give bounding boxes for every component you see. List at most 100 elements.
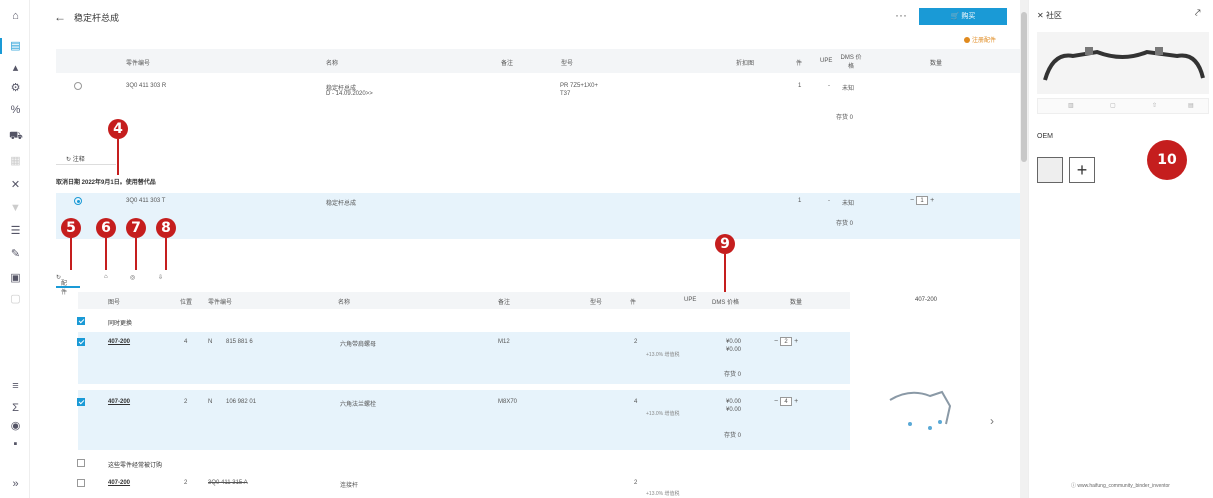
sel-qty: 1 [798, 198, 802, 204]
panel-title-label: 社区 [1045, 11, 1062, 20]
filter-icon[interactable]: % [9, 104, 22, 117]
row2-quantity-stepper[interactable]: −4 + [774, 397, 798, 406]
add-image-button[interactable]: + [1069, 157, 1095, 183]
group1-checkbox[interactable] [77, 317, 85, 325]
panel-footer: ⓘ www.haifung_community_binder_inventor [1071, 483, 1170, 489]
target-tool-icon[interactable]: ◎ [130, 274, 135, 281]
back-button[interactable]: ← [54, 10, 66, 24]
tools-icon[interactable]: ✕ [9, 179, 22, 192]
part-image[interactable] [1037, 32, 1209, 94]
diagram-nut [928, 426, 932, 430]
row2-amount[interactable]: 4 [780, 397, 793, 406]
image-toolbar: ▥ ▢ ⇧ ▤ [1037, 98, 1209, 114]
doc-icon[interactable]: ▢ [9, 293, 22, 306]
badge-10: 10 [1147, 140, 1187, 180]
chat-icon[interactable]: ▪ [9, 438, 22, 451]
sel-quantity-stepper[interactable]: −1 + [910, 196, 934, 205]
row1-checkbox[interactable] [77, 338, 85, 346]
row3-tax: +13.0% 增值税 [646, 491, 680, 497]
row1-part-no: 815 881 6 [226, 339, 253, 345]
tax-icon[interactable]: Σ [9, 402, 22, 415]
part-model: PR 7Z5+1X0+ [560, 83, 599, 89]
more-button[interactable]: ··· [895, 8, 907, 22]
group2-checkbox[interactable] [77, 459, 85, 467]
list-icon[interactable]: ☰ [9, 225, 22, 238]
row2-qty: 4 [634, 399, 638, 405]
share-icon[interactable]: ⤤ [1195, 8, 1201, 19]
row2-fig-link[interactable]: 407-200 [108, 399, 130, 405]
buy-button[interactable]: 🛒 购买 [919, 8, 1007, 25]
part-model-sub: T37 [560, 91, 571, 97]
row3-qty: 2 [634, 480, 638, 486]
parts-icon[interactable]: ⚙ [9, 82, 22, 95]
part-stock: 存货 0 [836, 115, 854, 121]
badge-5: 5 [61, 218, 81, 238]
page-title: 稳定杆总成 [74, 13, 120, 23]
main-scrollbar[interactable] [1020, 0, 1028, 498]
col-sub-upe: UPE [684, 297, 697, 303]
badge-9: 9 [715, 234, 735, 254]
top-table-header: 零件编号 名称 备注 型号 折扣图 件 UPE DMS 价格 数量 [56, 49, 1020, 73]
col-amount: 数量 [930, 61, 943, 67]
globe-icon[interactable]: ◉ [9, 420, 22, 433]
catalog-icon[interactable]: ▤ [9, 40, 22, 53]
selected-row[interactable] [56, 193, 1020, 239]
grid-icon[interactable]: ▦ [9, 155, 22, 168]
col-discount: 折扣图 [736, 61, 755, 67]
sel-part-name: 稳定杆总成 [326, 201, 357, 207]
tab-divider [56, 164, 116, 165]
row2-checkbox[interactable] [77, 398, 85, 406]
image-tool-2-icon[interactable]: ▢ [1110, 102, 1116, 109]
scroll-thumb[interactable] [1021, 12, 1027, 162]
vehicle-icon[interactable]: ⛟ [9, 130, 23, 143]
sel-part-number: 3Q0 411 303 T [126, 198, 166, 204]
col-sub-qty: 件 [630, 300, 637, 306]
sub-table-header: 图号 位置 零件编号 名称 备注 型号 件 UPE DMS 价格 数量 [78, 292, 850, 309]
download-tool-icon[interactable]: ⇩ [158, 274, 163, 281]
row3-pos: 2 [184, 480, 188, 486]
image-bushing-right [1155, 47, 1163, 55]
expand-icon[interactable]: » [9, 478, 22, 491]
row2-price1: ¥0.00 [726, 399, 742, 405]
row2-part-no: 106 982 01 [226, 399, 257, 405]
badge-9-pointer [724, 254, 726, 292]
part-qty: 1 [798, 83, 802, 89]
cart-icon[interactable]: ▣ [9, 272, 22, 285]
bookmark-icon[interactable]: ▼ [9, 202, 22, 215]
col-sub-dms: DMS 价格 [712, 300, 740, 306]
selected-radio[interactable] [74, 197, 82, 205]
panel-footer-text: www.haifung_community_binder_inventor [1077, 483, 1170, 489]
exploded-view-diagram[interactable] [880, 380, 980, 440]
col-name: 名称 [326, 61, 339, 67]
active-tab-underline [56, 286, 80, 288]
warning-icon [964, 37, 970, 43]
col-sub-model: 型号 [590, 300, 603, 306]
sel-amount[interactable]: 1 [916, 196, 929, 205]
row-radio[interactable] [74, 82, 82, 90]
next-figure-chevron-icon[interactable]: › [990, 414, 994, 428]
register-part-link[interactable]: 注册配件 [964, 35, 996, 44]
badge-8: 8 [156, 218, 176, 238]
layers-icon[interactable]: ≡ [9, 380, 22, 393]
group2-label: 这些零件经常被订购 [108, 463, 163, 469]
row1-amount[interactable]: 2 [780, 337, 793, 346]
home-icon[interactable]: ⌂ [9, 10, 22, 23]
row2-name: 六角法兰螺栓 [340, 402, 377, 408]
image-tool-3-icon[interactable]: ⇧ [1152, 102, 1157, 109]
image-tool-4-icon[interactable]: ▤ [1188, 102, 1194, 109]
tab-notes[interactable]: ↻ 注释 [66, 154, 85, 163]
car-icon[interactable]: ▴ [9, 62, 22, 75]
wrench-icon[interactable]: ✎ [9, 248, 22, 261]
row1-fig-link[interactable]: 407-200 [108, 339, 130, 345]
row1-quantity-stepper[interactable]: −2 + [774, 337, 798, 346]
col-upe: UPE [820, 58, 833, 64]
tab-parts[interactable]: ↻ 配件 [56, 274, 67, 296]
oem-thumbnail[interactable] [1037, 157, 1063, 183]
image-tool-1-icon[interactable]: ▥ [1068, 102, 1074, 109]
col-remark: 备注 [501, 61, 514, 67]
home-tool-icon[interactable]: ⌂ [104, 274, 108, 280]
row3-checkbox[interactable] [77, 479, 85, 487]
row3-fig-link[interactable]: 407-200 [108, 480, 130, 486]
row1-price1: ¥0.00 [726, 339, 742, 345]
badge-4: 4 [108, 119, 128, 139]
